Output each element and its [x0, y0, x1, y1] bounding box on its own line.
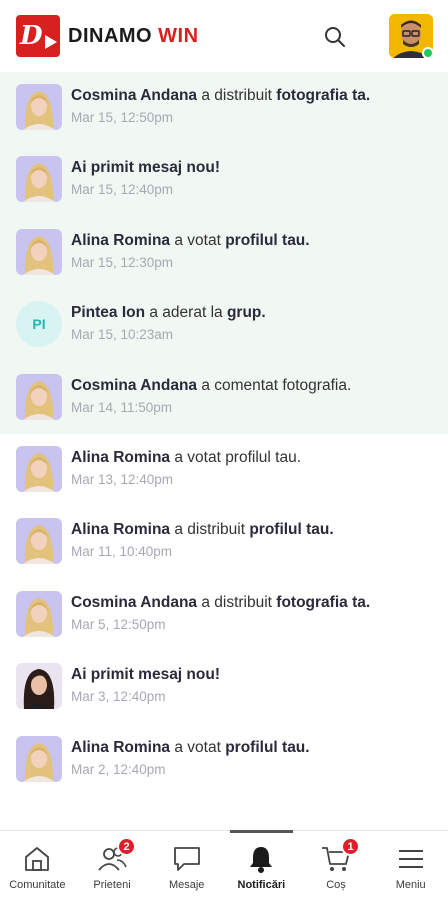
user-avatar-thumbnail — [16, 373, 62, 420]
notification-text: Cosmina Andana a comentat fotografia. — [71, 376, 438, 396]
brand-part2: WIN — [158, 24, 199, 47]
dinamo-logo[interactable]: D — [16, 15, 60, 57]
chat-icon — [171, 843, 203, 875]
notification-item[interactable]: Alina Romina a votat profilul tau. Mar 15… — [0, 216, 448, 290]
nav-label: Prieteni — [93, 879, 131, 891]
notification-time: Mar 15, 12:40pm — [71, 182, 174, 198]
bottom-navigation: Comunitate 2 Prieteni Mesaje Notificări 1 Coș M… — [0, 830, 448, 900]
notification-action: a comentat fotografia. — [197, 376, 352, 394]
nav-label: Comunitate — [9, 879, 66, 891]
notification-item[interactable]: Cosmina Andana a distribuit fotografia t… — [0, 72, 448, 145]
user-avatar-thumbnail — [16, 590, 62, 637]
notification-object: Ai primit mesaj nou! — [71, 159, 220, 177]
friends-icon: 2 — [96, 837, 136, 875]
notification-object: fotografia ta. — [276, 87, 371, 104]
notification-text: Cosmina Andana a distribuit fotografia t… — [71, 593, 438, 613]
user-avatar-thumbnail — [16, 156, 62, 203]
logo-mark: D — [20, 21, 42, 51]
notification-text: Alina Romina a votat profilul tau. — [71, 448, 438, 468]
user-avatar-thumbnail — [16, 228, 62, 275]
notification-object: fotografia ta. — [276, 593, 371, 611]
notification-item[interactable]: Cosmina Andana a distribuit fotografia t… — [0, 579, 448, 651]
online-status-dot — [422, 47, 433, 58]
notification-object: profilul tau. — [249, 521, 334, 539]
notification-item[interactable]: Alina Romina a distribuit profilul tau. M… — [0, 506, 448, 578]
user-avatar-thumbnail — [16, 445, 62, 492]
notification-user-name[interactable]: Alina Romina — [71, 449, 170, 466]
notification-user-name[interactable]: Alina Romina — [71, 739, 170, 756]
nav-label: Meniu — [395, 879, 426, 891]
notification-item[interactable]: Ai primit mesaj nou! Mar 15, 12:40pm — [0, 144, 448, 217]
nav-item-menu[interactable]: Meniu — [373, 831, 448, 900]
notification-time: Mar 3, 12:40pm — [71, 689, 166, 705]
notification-time: Mar 15, 10:23am — [71, 327, 174, 343]
notification-user-name[interactable]: Alina Romina — [71, 521, 170, 538]
nav-item-home[interactable]: Comunitate — [0, 831, 75, 900]
notification-action: a aderat la — [145, 304, 227, 322]
notification-item[interactable]: Alina Romina a votat profilul tau. Mar 13… — [0, 434, 448, 506]
nav-label: Notificări — [237, 879, 286, 891]
notification-time: Mar 13, 12:40pm — [71, 471, 174, 487]
notification-text: Ai primit mesaj nou! — [71, 665, 438, 685]
search-icon[interactable] — [322, 24, 348, 50]
nav-item-chat[interactable]: Mesaje — [149, 831, 224, 900]
notification-user-name[interactable]: Cosmina Andana — [71, 87, 197, 104]
initials-avatar: PI — [16, 301, 62, 348]
notification-item[interactable]: PI Pintea Ion a aderat la grup. Mar 15, 10… — [0, 289, 448, 362]
nav-label: Coș — [326, 879, 346, 891]
notification-action: a votat — [170, 231, 226, 249]
home-icon — [21, 843, 53, 875]
count-badge: 2 — [117, 837, 136, 856]
notification-text: Ai primit mesaj nou! — [71, 158, 438, 178]
logo-play-triangle — [45, 35, 57, 49]
notification-text: Alina Romina a distribuit profilul tau. — [71, 520, 438, 540]
count-badge: 1 — [341, 837, 361, 856]
nav-item-friends[interactable]: 2 Prieteni — [75, 831, 150, 900]
user-avatar-thumbnail — [16, 735, 62, 782]
bell-icon — [245, 843, 277, 875]
notification-user-name[interactable]: Cosmina Andana — [71, 377, 197, 394]
app-header: D DINAMO WIN — [0, 0, 448, 72]
notification-action: a distribuit — [197, 593, 277, 611]
nav-label: Mesaje — [168, 879, 205, 891]
notification-text: Pintea Ion a aderat la grup. — [71, 303, 438, 323]
notification-action: a votat — [170, 738, 226, 756]
notification-time: Mar 11, 10:40pm — [71, 544, 173, 560]
notification-action: a distribuit — [197, 87, 277, 104]
notification-list: Cosmina Andana a distribuit fotografia t… — [0, 72, 448, 796]
notification-text: Alina Romina a votat profilul tau. — [71, 231, 438, 251]
nav-item-bell[interactable]: Notificări — [224, 830, 299, 900]
notification-time: Mar 2, 12:40pm — [71, 761, 166, 777]
nav-item-cart[interactable]: 1 Coș — [299, 831, 374, 900]
notification-object: grup. — [226, 304, 266, 322]
notification-user-name[interactable]: Pintea Ion — [71, 304, 145, 321]
notification-time: Mar 14, 11:50pm — [71, 399, 173, 415]
user-avatar-thumbnail — [16, 84, 62, 130]
notification-text: Alina Romina a votat profilul tau. — [71, 738, 438, 758]
notification-object: profilul tau. — [225, 231, 310, 249]
notification-time: Mar 15, 12:30pm — [71, 254, 174, 270]
user-avatar-thumbnail — [16, 663, 62, 710]
notification-object: Ai primit mesaj nou! — [71, 666, 220, 684]
notification-item[interactable]: Alina Romina a votat profilul tau. Mar 2,… — [0, 724, 448, 796]
notification-item[interactable]: Cosmina Andana a comentat fotografia. Mar… — [0, 361, 448, 434]
notification-action: a votat profilul tau. — [170, 448, 302, 466]
brand-name: DINAMO WIN — [68, 25, 199, 48]
notification-time: Mar 5, 12:50pm — [71, 616, 166, 632]
notification-time: Mar 15, 12:50pm — [71, 110, 174, 125]
cart-icon: 1 — [320, 837, 361, 875]
notification-action: a distribuit — [170, 521, 250, 539]
notification-user-name[interactable]: Alina Romina — [71, 232, 170, 249]
notification-item[interactable]: Ai primit mesaj nou! Mar 3, 12:40pm — [0, 651, 448, 723]
notification-object: profilul tau. — [225, 738, 310, 756]
user-avatar-thumbnail — [16, 518, 62, 565]
menu-icon — [395, 843, 427, 875]
user-avatar[interactable] — [389, 14, 433, 58]
notification-user-name[interactable]: Cosmina Andana — [71, 594, 197, 611]
notification-text: Cosmina Andana a distribuit fotografia t… — [71, 86, 438, 106]
brand-part1: DINAMO — [68, 24, 153, 47]
